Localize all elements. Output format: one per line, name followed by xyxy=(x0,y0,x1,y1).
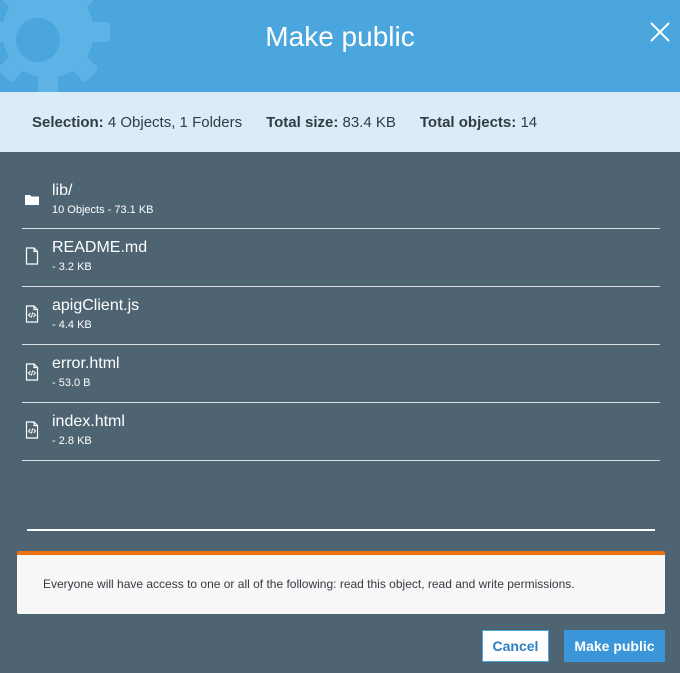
code-file-icon xyxy=(25,305,39,323)
item-meta: - 3.2 KB xyxy=(52,261,92,273)
object-list: lib/ 10 Objects - 73.1 KB README.md - 3.… xyxy=(22,172,660,461)
close-button[interactable] xyxy=(646,18,674,46)
item-name: lib/ xyxy=(52,182,73,199)
item-name: README.md xyxy=(52,239,148,256)
total-size-label: Total size: xyxy=(266,113,339,131)
make-public-button[interactable]: Make public xyxy=(564,630,665,662)
item-meta: - 4.4 KB xyxy=(52,319,92,331)
list-item: index.html - 2.8 KB xyxy=(22,403,660,461)
selection-stat: Selection: 4 Objects, 1 Folders xyxy=(32,114,242,131)
item-name: index.html xyxy=(52,413,125,430)
warning-alert: Everyone will have access to one or all … xyxy=(17,551,665,614)
warning-text: Everyone will have access to one or all … xyxy=(43,577,575,591)
list-item: lib/ 10 Objects - 73.1 KB xyxy=(22,172,660,229)
close-icon[interactable] xyxy=(646,18,674,46)
code-file-icon xyxy=(25,421,39,439)
divider xyxy=(27,529,655,531)
total-objects-stat: Total objects: 14 xyxy=(420,114,537,131)
total-size-value: 83.4 KB xyxy=(342,113,396,131)
selection-summary: Selection: 4 Objects, 1 Folders Total si… xyxy=(0,92,680,152)
folder-icon xyxy=(25,195,39,205)
total-objects-label: Total objects: xyxy=(419,113,517,131)
list-item: apigClient.js - 4.4 KB xyxy=(22,287,660,345)
selection-value: 4 Objects, 1 Folders xyxy=(107,113,243,131)
dialog-header: Make public xyxy=(0,0,680,92)
list-item: error.html - 53.0 B xyxy=(22,345,660,403)
cancel-button[interactable]: Cancel xyxy=(482,630,549,662)
list-item: README.md - 3.2 KB xyxy=(22,229,660,287)
item-meta: - 53.0 B xyxy=(52,377,91,389)
file-icon xyxy=(25,247,39,265)
item-name: error.html xyxy=(52,355,120,372)
total-size-stat: Total size: 83.4 KB xyxy=(266,114,396,131)
code-file-icon xyxy=(25,363,39,381)
item-meta: - 2.8 KB xyxy=(52,435,92,447)
total-objects-value: 14 xyxy=(520,113,538,131)
item-meta: 10 Objects - 73.1 KB xyxy=(52,204,154,216)
item-name: apigClient.js xyxy=(52,297,140,314)
selection-label: Selection: xyxy=(32,113,104,131)
dialog-title: Make public xyxy=(265,21,415,52)
